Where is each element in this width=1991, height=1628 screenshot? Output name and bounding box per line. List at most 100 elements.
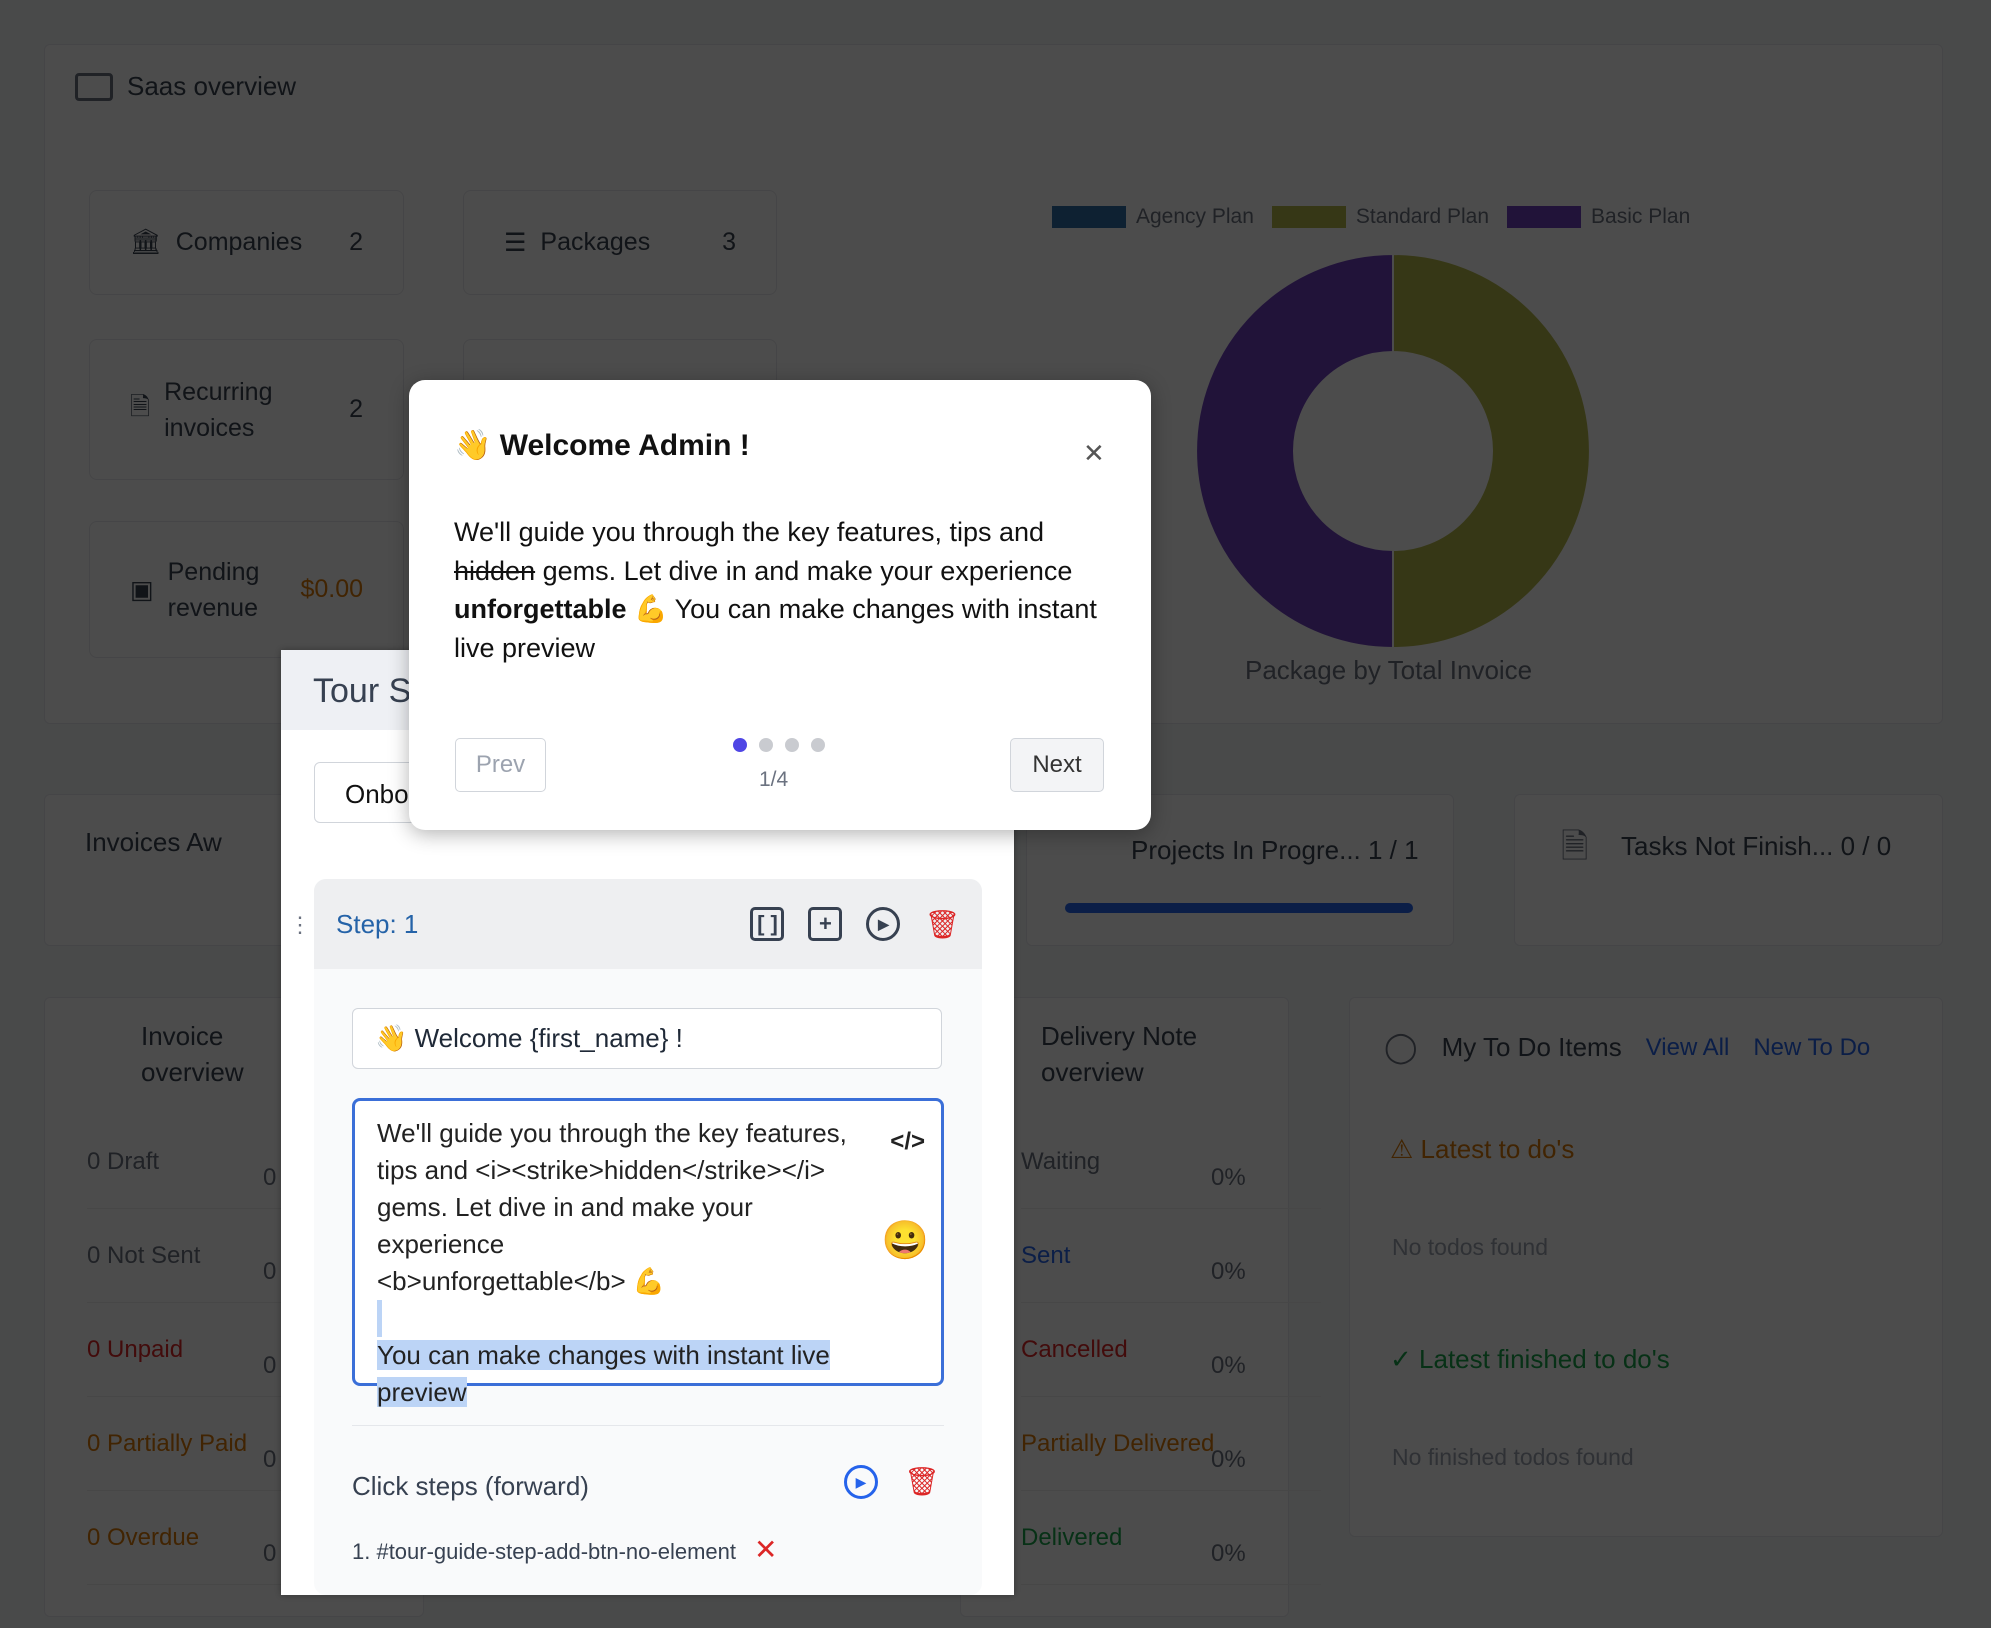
finished-todos-heading: Latest finished to do's — [1419, 1344, 1670, 1374]
saas-overview-title: Saas overview — [127, 71, 297, 101]
status-row[interactable]: Cancelled — [1021, 1336, 1128, 1364]
row-divider — [1021, 1396, 1321, 1397]
latest-todos-heading: Latest to do's — [1420, 1134, 1575, 1164]
status-percent: 0% — [1211, 1352, 1246, 1379]
card-label: Companies — [175, 228, 303, 256]
click-steps-label: Click steps (forward) — [352, 1471, 589, 1501]
card-label: Recurring invoices — [164, 377, 273, 442]
step-card: Step: 1 [ ] + ▶ 🗑 👋 Welcome {first_name}… — [314, 879, 982, 1595]
chart-title: Package by Total Invoice — [1245, 655, 1533, 685]
status-row[interactable]: 0 Not Sent — [87, 1242, 200, 1270]
check-circle-icon: ◯ — [1384, 1031, 1418, 1064]
next-button[interactable]: Next — [1010, 738, 1104, 792]
money-icon: ▣ — [130, 575, 154, 604]
card-value: 3 — [722, 228, 736, 256]
status-percent: 0% — [1211, 1258, 1246, 1285]
row-divider — [1021, 1302, 1321, 1303]
prev-button[interactable]: Prev — [455, 738, 546, 792]
list-icon: ☰ — [504, 228, 527, 257]
status-row[interactable]: 0 Partially Paid — [87, 1430, 247, 1458]
no-finished-text: No finished todos found — [1392, 1444, 1634, 1470]
view-all-link[interactable]: View All — [1646, 1034, 1730, 1062]
warning-icon: ⚠ — [1390, 1134, 1414, 1164]
content-line: <b>unforgettable</b> 💪 — [377, 1266, 666, 1296]
step-header[interactable]: Step: 1 [ ] + ▶ 🗑 — [314, 879, 982, 969]
new-todo-link[interactable]: New To Do — [1753, 1034, 1870, 1062]
card-value: 2 — [349, 228, 363, 256]
tour-popover: 👋 Welcome Admin ! ✕ We'll guide you thro… — [409, 380, 1151, 830]
popover-title: Welcome Admin ! — [499, 429, 750, 462]
projects-progress-fill — [1065, 903, 1413, 913]
step-dot[interactable] — [733, 738, 747, 752]
status-percent: 0 — [263, 1446, 277, 1473]
step-title-input[interactable]: 👋 Welcome {first_name} ! — [352, 1008, 942, 1069]
step-dot[interactable] — [785, 738, 799, 752]
invoices-awaiting-label: Invoices Aw — [85, 827, 222, 857]
trash-icon[interactable]: 🗑 — [924, 908, 960, 941]
delete-click-steps-icon[interactable]: 🗑 — [904, 1465, 940, 1498]
status-percent: 0 — [263, 1258, 277, 1285]
check-icon: ✓ — [1390, 1344, 1412, 1374]
status-row[interactable]: Delivered — [1021, 1524, 1122, 1552]
selected-text: You can make changes with instant live — [377, 1340, 830, 1370]
divider — [352, 1425, 944, 1426]
content-line: tips and <i><strike>hidden</strike></i> — [377, 1155, 826, 1185]
step-dot[interactable] — [811, 738, 825, 752]
card-value: 2 — [349, 395, 363, 423]
status-row[interactable]: 0 Draft — [87, 1148, 159, 1176]
invoice-overview-title: Invoice overview — [141, 1021, 244, 1087]
status-row[interactable]: Waiting — [1021, 1148, 1100, 1176]
remove-click-step-icon[interactable]: ✕ — [754, 1533, 777, 1566]
add-step-icon[interactable]: + — [808, 907, 843, 941]
chart-legend: Agency Plan Standard Plan Basic Plan — [1052, 205, 1690, 229]
donut-slice-standard-plan[interactable] — [1392, 252, 1591, 650]
status-row[interactable]: 0 Unpaid — [87, 1336, 183, 1364]
emoji-picker-icon[interactable]: 😀 — [882, 1222, 929, 1260]
donut-slice-basic-plan[interactable] — [1195, 252, 1394, 650]
file-icon: 🗎 — [130, 393, 151, 421]
status-percent: 0 — [263, 1540, 277, 1567]
wave-icon: 👋 — [454, 429, 492, 462]
row-divider — [1021, 1490, 1321, 1491]
card-label: Packages — [540, 228, 651, 256]
step-dot[interactable] — [759, 738, 773, 752]
todo-title: My To Do Items — [1441, 1032, 1622, 1062]
file-check-icon: 🗎 — [1561, 828, 1589, 866]
status-row[interactable]: Sent — [1021, 1242, 1070, 1270]
todo-panel: ◯ My To Do Items View All New To Do ⚠ La… — [1349, 997, 1943, 1537]
tasks-label: Tasks Not Finish... 0 / 0 — [1621, 831, 1892, 861]
status-row[interactable]: 0 Overdue — [87, 1524, 199, 1552]
legend-agency[interactable]: Agency Plan — [1052, 205, 1254, 229]
status-percent: 0 — [263, 1352, 277, 1379]
saas-overview-header: Saas overview — [75, 71, 296, 102]
legend-standard[interactable]: Standard Plan — [1271, 205, 1489, 229]
code-view-icon[interactable]: </> — [890, 1123, 925, 1160]
page-indicator: 1/4 — [759, 768, 789, 791]
pending-revenue-card[interactable]: ▣ Pending revenue $0.00 — [89, 521, 404, 658]
tasks-card[interactable]: 🗎 Tasks Not Finish... 0 / 0 — [1514, 794, 1943, 946]
selected-text: preview — [377, 1377, 467, 1407]
projects-label: Projects In Progre... 1 / 1 — [1131, 835, 1419, 865]
money-icon — [75, 72, 113, 101]
select-element-icon[interactable]: [ ] — [750, 907, 785, 941]
projects-progress-bar — [1065, 903, 1413, 913]
bank-icon: 🏛 — [130, 228, 162, 256]
status-percent: 0 — [263, 1164, 277, 1191]
status-percent: 0% — [1211, 1540, 1246, 1567]
close-icon[interactable]: ✕ — [1083, 438, 1105, 469]
packages-card[interactable]: ☰ Packages 3 — [463, 190, 777, 295]
legend-basic[interactable]: Basic Plan — [1507, 205, 1690, 229]
no-todos-text: No todos found — [1392, 1234, 1549, 1260]
popover-body: We'll guide you through the key features… — [454, 517, 1097, 663]
click-step-item: 1. #tour-guide-step-add-btn-no-element — [352, 1539, 737, 1564]
play-click-steps-icon[interactable]: ▶ — [844, 1465, 878, 1499]
companies-card[interactable]: 🏛 Companies 2 — [89, 190, 404, 295]
status-row[interactable]: Partially Delivered — [1021, 1430, 1214, 1458]
card-label: Pending revenue — [167, 557, 260, 622]
step-content-textarea[interactable]: We'll guide you through the key features… — [352, 1098, 944, 1407]
package-donut-chart — [1195, 252, 1591, 650]
content-line: We'll guide you through the key features… — [377, 1118, 847, 1148]
play-icon[interactable]: ▶ — [866, 907, 901, 941]
recurring-invoices-card[interactable]: 🗎 Recurring invoices 2 — [89, 339, 404, 480]
row-divider — [1021, 1584, 1321, 1585]
